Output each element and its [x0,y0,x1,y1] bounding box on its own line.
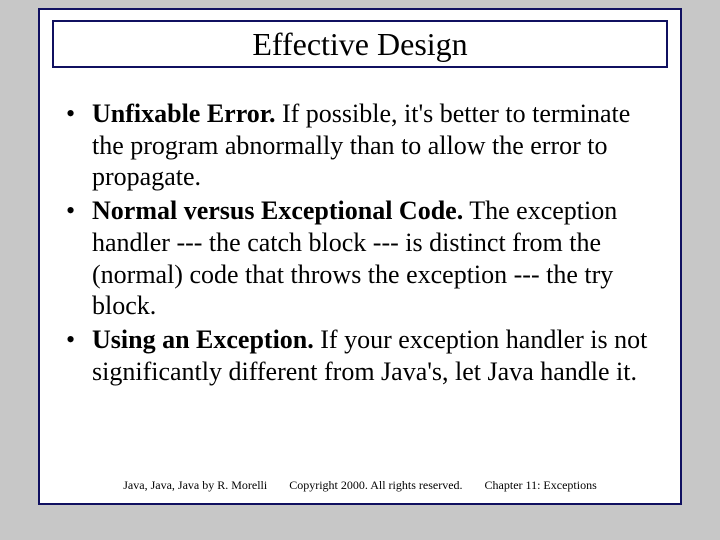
bullet-icon: • [64,98,92,130]
bullet-icon: • [64,195,92,227]
bullet-text: Unfixable Error. If possible, it's bette… [92,98,664,193]
list-item: • Using an Exception. If your exception … [64,324,664,387]
bullet-text: Using an Exception. If your exception ha… [92,324,664,387]
slide: Effective Design • Unfixable Error. If p… [38,8,682,505]
bullet-bold: Using an Exception. [92,325,314,354]
bullet-bold: Unfixable Error. [92,99,275,128]
slide-footer: Java, Java, Java by R. Morelli Copyright… [40,478,680,493]
list-item: • Unfixable Error. If possible, it's bet… [64,98,664,193]
footer-center: Copyright 2000. All rights reserved. [289,478,462,493]
bullet-icon: • [64,324,92,356]
slide-title: Effective Design [252,26,467,63]
bullet-bold: Normal versus Exceptional Code. [92,196,463,225]
title-box: Effective Design [52,20,668,68]
footer-right: Chapter 11: Exceptions [485,478,597,493]
list-item: • Normal versus Exceptional Code. The ex… [64,195,664,322]
bullet-text: Normal versus Exceptional Code. The exce… [92,195,664,322]
footer-left: Java, Java, Java by R. Morelli [123,478,267,493]
slide-body: • Unfixable Error. If possible, it's bet… [64,98,664,389]
